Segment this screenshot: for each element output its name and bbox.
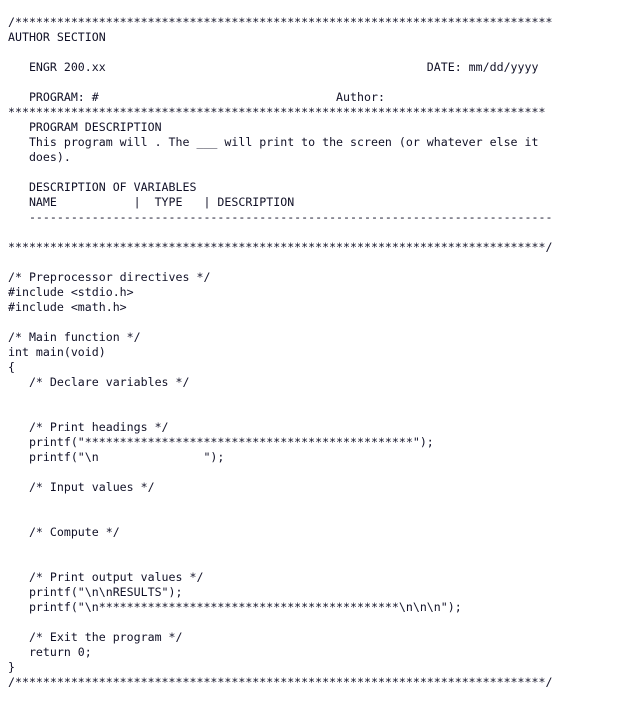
code-line: This program will . The ___ will print t… — [8, 134, 539, 149]
code-line: /* Input values */ — [8, 479, 155, 494]
code-line: PROGRAM DESCRIPTION — [8, 119, 162, 134]
code-line: NAME | TYPE | DESCRIPTION — [8, 194, 295, 209]
code-line: /* Print output values */ — [8, 569, 204, 584]
code-line: /* Compute */ — [8, 524, 120, 539]
code-line: { — [8, 359, 15, 374]
code-line: #include <math.h> — [8, 299, 127, 314]
code-line: printf("\n\nRESULTS"); — [8, 584, 183, 599]
source-code-listing[interactable]: /***************************************… — [8, 15, 552, 690]
code-line: /* Exit the program */ — [8, 629, 183, 644]
code-line: ENGR 200.xx DATE: mm/dd/yyyy — [8, 59, 539, 74]
code-line: #include <stdio.h> — [8, 284, 134, 299]
code-line: AUTHOR SECTION — [8, 29, 106, 44]
code-line: ****************************************… — [8, 239, 553, 254]
code-line: int main(void) — [8, 344, 106, 359]
code-line: printf("\n "); — [8, 449, 225, 464]
code-line: /* Print headings */ — [8, 419, 169, 434]
code-line: return 0; — [8, 644, 92, 659]
code-line: /* Main function */ — [8, 329, 141, 344]
code-line: /***************************************… — [8, 674, 553, 689]
code-line: PROGRAM: # Author: — [8, 89, 385, 104]
code-line: ----------------------------------------… — [8, 209, 553, 224]
code-line: ****************************************… — [8, 104, 546, 119]
code-line: does). — [8, 149, 71, 164]
code-line: printf("\n******************************… — [8, 599, 462, 614]
code-line: DESCRIPTION OF VARIABLES — [8, 179, 197, 194]
code-line: /* Preprocessor directives */ — [8, 269, 211, 284]
code-line: printf("********************************… — [8, 434, 434, 449]
code-line: /***************************************… — [8, 14, 553, 29]
code-line: } — [8, 659, 15, 674]
code-line: /* Declare variables */ — [8, 374, 190, 389]
